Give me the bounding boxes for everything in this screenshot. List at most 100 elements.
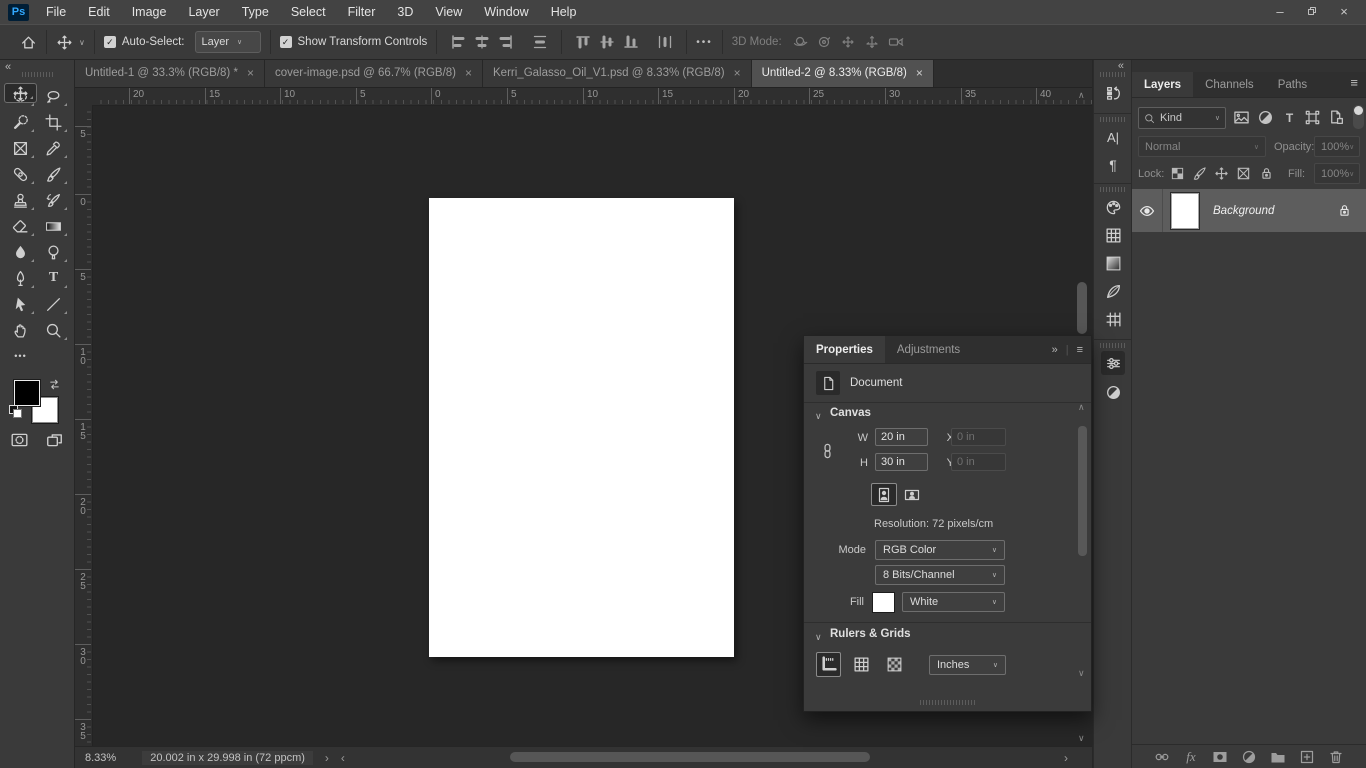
home-icon[interactable] xyxy=(20,34,37,51)
height-input[interactable]: 30 in xyxy=(875,453,928,471)
tool-gradient[interactable] xyxy=(37,213,70,239)
delete-layer-icon[interactable] xyxy=(1328,749,1344,765)
lock-transparent-pixels-icon[interactable] xyxy=(1170,166,1185,181)
toggle-rulers-button[interactable] xyxy=(816,652,841,677)
width-input[interactable]: 20 in xyxy=(875,428,928,446)
layer-style-icon[interactable]: fx xyxy=(1183,749,1199,765)
fill-input[interactable]: 100% ∨ xyxy=(1314,163,1360,184)
document-tab[interactable]: Kerri_Galasso_Oil_V1.psd @ 8.33% (RGB/8)… xyxy=(483,59,752,87)
bit-depth-select[interactable]: 8 Bits/Channel ∨ xyxy=(875,565,1005,585)
menu-view[interactable]: View xyxy=(424,0,473,24)
filter-adjustment-layers-icon[interactable] xyxy=(1257,109,1274,126)
tool-crop[interactable] xyxy=(37,109,70,135)
tool-preset-chevron-icon[interactable]: ∨ xyxy=(79,38,85,47)
tool-elliptical-marquee[interactable] xyxy=(4,83,37,109)
expand-panels-icon[interactable]: « xyxy=(1118,60,1124,72)
horizontal-scroll-thumb[interactable] xyxy=(510,752,870,762)
tab-layers[interactable]: Layers xyxy=(1132,72,1194,97)
document-tab[interactable]: cover-image.psd @ 66.7% (RGB/8) × xyxy=(264,59,484,87)
tool-quick-selection[interactable] xyxy=(4,109,37,135)
canvas-section-title[interactable]: Canvas xyxy=(830,407,871,419)
layer-name[interactable]: Background xyxy=(1213,205,1274,217)
lock-artboard-icon[interactable] xyxy=(1236,166,1251,181)
rulers-grids-chevron-icon[interactable]: ∨ xyxy=(815,632,822,643)
menu-help[interactable]: Help xyxy=(540,0,588,24)
tool-lasso[interactable] xyxy=(37,83,70,109)
filter-smart-objects-icon[interactable] xyxy=(1328,109,1345,126)
dock-gripper[interactable] xyxy=(1100,187,1126,192)
link-dimensions-icon[interactable] xyxy=(819,432,836,470)
3d-pan-icon[interactable] xyxy=(840,34,856,50)
tool-pen[interactable] xyxy=(4,265,37,291)
auto-select-checkbox[interactable]: ✓ xyxy=(103,36,116,48)
align-horizontal-centers-icon[interactable] xyxy=(474,34,490,50)
collapse-tools-icon[interactable]: « xyxy=(5,61,11,73)
canvas[interactable] xyxy=(429,198,734,657)
align-left-edges-icon[interactable] xyxy=(450,34,466,50)
panel-color-icon[interactable] xyxy=(1101,195,1125,219)
y-input[interactable]: 0 in xyxy=(951,453,1006,471)
panel-paragraph-icon[interactable]: ¶ xyxy=(1101,153,1125,177)
auto-select-target-dropdown[interactable]: Layer ∨ xyxy=(194,31,261,53)
tool-healing-brush[interactable] xyxy=(4,161,37,187)
menu-type[interactable]: Type xyxy=(231,0,280,24)
tab-paths[interactable]: Paths xyxy=(1266,72,1319,97)
tool-frame[interactable] xyxy=(4,135,37,161)
new-adjustment-layer-icon[interactable] xyxy=(1241,749,1257,765)
layer-filter-kind-select[interactable]: Kind ∨ xyxy=(1138,107,1226,129)
tab-properties[interactable]: Properties xyxy=(804,336,885,363)
menu-image[interactable]: Image xyxy=(121,0,178,24)
blend-mode-select[interactable]: Normal ∨ xyxy=(1138,136,1266,157)
minimize-button[interactable]: – xyxy=(1264,0,1296,22)
x-input[interactable]: 0 in xyxy=(951,428,1006,446)
collapse-panel-icon[interactable]: » xyxy=(1052,344,1058,356)
opacity-input[interactable]: 100% ∨ xyxy=(1314,136,1360,157)
tab-channels[interactable]: Channels xyxy=(1193,72,1266,97)
lock-position-icon[interactable] xyxy=(1214,166,1229,181)
tool-blur[interactable] xyxy=(4,239,37,265)
move-tool-icon[interactable] xyxy=(56,34,73,51)
rulers-grids-section-title[interactable]: Rulers & Grids xyxy=(830,628,911,640)
tool-eraser[interactable] xyxy=(4,213,37,239)
dock-gripper[interactable] xyxy=(22,72,54,77)
tool-clone-stamp[interactable] xyxy=(4,187,37,213)
menu-window[interactable]: Window xyxy=(473,0,539,24)
tool-path-selection[interactable] xyxy=(4,291,37,317)
default-colors-icon[interactable] xyxy=(9,405,22,418)
panel-shapes-icon[interactable] xyxy=(1101,279,1125,303)
distribute-horizontal-icon[interactable] xyxy=(657,34,673,50)
3d-orbit-icon[interactable] xyxy=(792,34,808,50)
dock-gripper[interactable] xyxy=(1100,117,1126,122)
new-layer-icon[interactable] xyxy=(1299,749,1315,765)
panel-resize-gripper[interactable] xyxy=(919,700,976,705)
panel-history-icon[interactable] xyxy=(1101,81,1125,105)
menu-edit[interactable]: Edit xyxy=(77,0,121,24)
mode-select[interactable]: RGB Color ∨ xyxy=(875,540,1005,560)
orientation-portrait-button[interactable] xyxy=(871,483,897,506)
fill-color-swatch[interactable] xyxy=(872,592,895,613)
layer-row-background[interactable]: Background xyxy=(1132,189,1366,232)
scroll-up-icon[interactable]: ∧ xyxy=(1078,90,1085,101)
panel-swatches-icon[interactable] xyxy=(1101,223,1125,247)
menu-3d[interactable]: 3D xyxy=(386,0,424,24)
filter-type-layers-icon[interactable]: T xyxy=(1281,109,1298,126)
tool-edit-toolbar[interactable]: ••• xyxy=(4,343,37,369)
ruler-origin-corner[interactable] xyxy=(75,88,93,106)
document-tab[interactable]: Untitled-1 @ 33.3% (RGB/8) * × xyxy=(75,59,265,87)
tool-eyedropper[interactable] xyxy=(37,135,70,161)
scroll-left-icon[interactable]: ‹ xyxy=(341,751,345,765)
distribute-vertical-icon[interactable] xyxy=(532,34,548,50)
panel-gradients-icon[interactable] xyxy=(1101,251,1125,275)
scroll-down-icon[interactable]: ∨ xyxy=(1078,733,1085,744)
lock-image-pixels-icon[interactable] xyxy=(1192,166,1207,181)
align-vertical-centers-icon[interactable] xyxy=(599,34,615,50)
filter-shape-layers-icon[interactable] xyxy=(1304,109,1321,126)
align-right-edges-icon[interactable] xyxy=(498,34,514,50)
dock-gripper[interactable] xyxy=(1100,343,1126,348)
add-layer-mask-icon[interactable] xyxy=(1212,749,1228,765)
swap-colors-icon[interactable] xyxy=(47,377,62,392)
document-tab[interactable]: Untitled-2 @ 8.33% (RGB/8) × xyxy=(751,59,934,87)
tool-hand[interactable] xyxy=(4,317,37,343)
more-align-options-icon[interactable]: ••• xyxy=(696,37,713,48)
scroll-right-icon[interactable]: › xyxy=(1064,751,1068,765)
